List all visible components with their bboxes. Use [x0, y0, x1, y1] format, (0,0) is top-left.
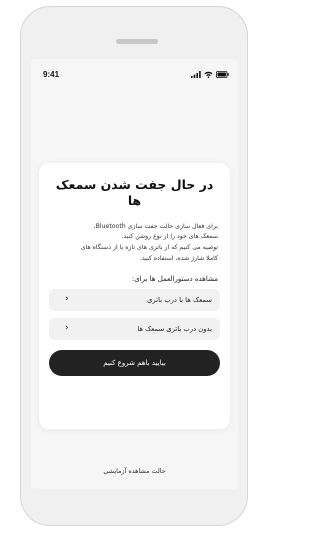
- option-with-battery-door[interactable]: سمعک ها با درب باتری ‹: [49, 288, 220, 311]
- option-without-battery-door[interactable]: بدون درب باتری سمعک ها ‹: [49, 317, 220, 340]
- status-icons: [191, 70, 229, 78]
- status-time: 9:41: [43, 69, 60, 79]
- body-line: برای فعال سازی حالت جفت سازی Bluetooth،: [93, 222, 218, 230]
- card-title: در حال جفت شدن سمعک ها: [55, 177, 214, 209]
- instructions-heading: مشاهده دستورالعمل ها برای:: [131, 274, 218, 283]
- card-instructions-text: برای فعال سازی حالت جفت سازی Bluetooth، …: [49, 222, 220, 265]
- phone-frame: 9:41 در حال جفت شدن سمعک ها برای فعال سا…: [20, 6, 248, 526]
- start-button[interactable]: بیایید باهم شروع کنیم: [49, 349, 220, 376]
- option-label: بدون درب باتری سمعک ها: [137, 324, 212, 333]
- body-line: توصیه می کنیم که از باتری های تازه یا از…: [80, 244, 218, 252]
- battery-icon: [216, 70, 229, 78]
- chevron-left-icon: ‹: [65, 294, 69, 305]
- body-line: کاملا شارژ شده، استفاده کنید.: [139, 255, 218, 263]
- wifi-icon: [204, 71, 213, 78]
- pairing-card: در حال جفت شدن سمعک ها برای فعال سازی حا…: [39, 163, 230, 429]
- body-line: سمعک های خود را از نوع روشن کنید.: [121, 233, 218, 241]
- status-bar: 9:41: [31, 67, 238, 81]
- option-label: سمعک ها با درب باتری: [147, 295, 212, 304]
- phone-screen: 9:41 در حال جفت شدن سمعک ها برای فعال سا…: [31, 59, 238, 489]
- chevron-left-icon: ‹: [65, 323, 69, 334]
- speaker-grille: [116, 39, 158, 44]
- cellular-signal-icon: [191, 70, 201, 78]
- demo-mode-link[interactable]: حالت مشاهده آزمایشی: [31, 467, 238, 475]
